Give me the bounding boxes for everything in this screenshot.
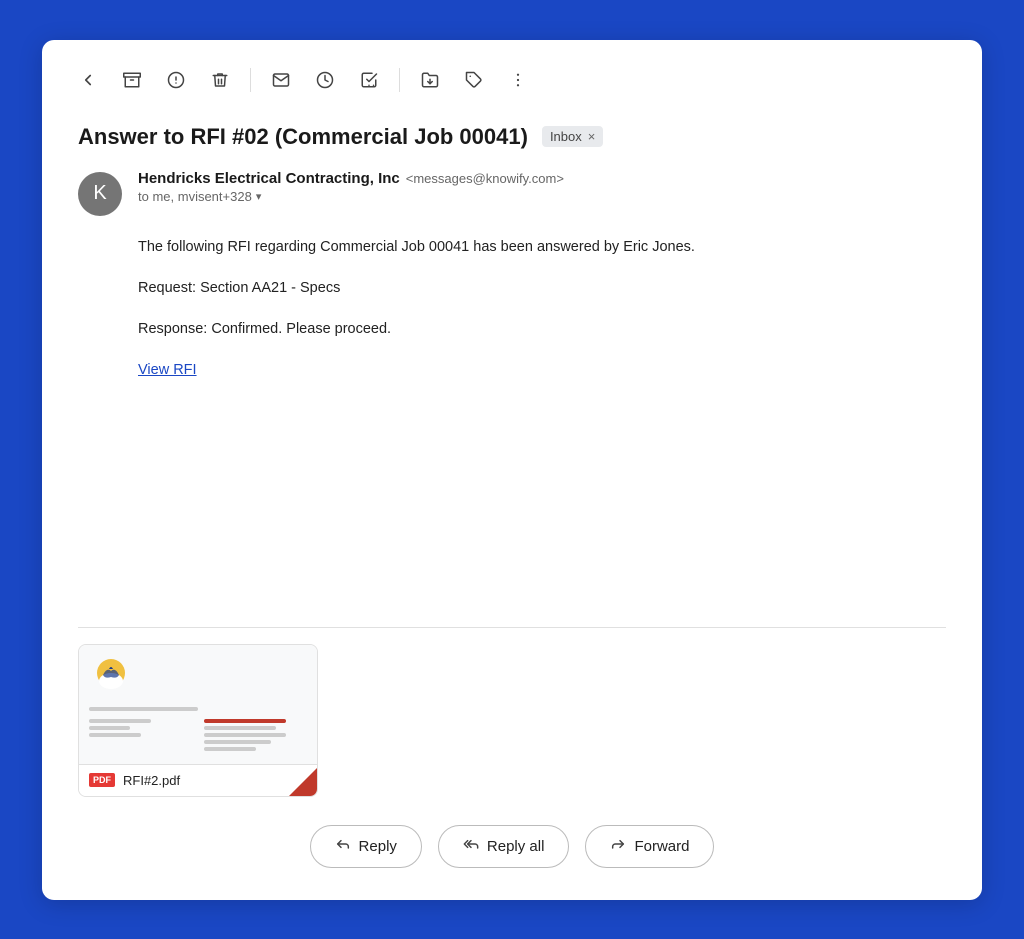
reply-all-label: Reply all: [487, 838, 545, 855]
pdf-badge: PDF: [89, 773, 115, 787]
sender-name-row: Hendricks Electrical Contracting, Inc <m…: [138, 170, 946, 187]
sender-info: Hendricks Electrical Contracting, Inc <m…: [138, 170, 946, 204]
attachment-name-row: PDF RFI#2.pdf: [79, 765, 317, 796]
toolbar-divider-1: [250, 68, 251, 92]
attachment-section: PDF RFI#2.pdf: [78, 627, 946, 797]
body-line1: The following RFI regarding Commercial J…: [138, 236, 946, 259]
toolbar: [42, 40, 982, 116]
email-content: The following RFI regarding Commercial J…: [138, 236, 946, 383]
sender-name: Hendricks Electrical Contracting, Inc: [138, 170, 400, 187]
mark-unread-button[interactable]: [263, 62, 299, 98]
body-request: Request: Section AA21 - Specs: [138, 277, 946, 300]
inbox-badge-close[interactable]: ×: [588, 129, 596, 144]
attachment-card[interactable]: PDF RFI#2.pdf: [78, 644, 318, 797]
recipient-row: to me, mvisent+328 ▾: [138, 189, 946, 204]
archive-button[interactable]: [114, 62, 150, 98]
back-button[interactable]: [70, 62, 106, 98]
reply-icon: [335, 836, 351, 857]
snooze-button[interactable]: [307, 62, 343, 98]
move-button[interactable]: [412, 62, 448, 98]
avatar: K: [78, 172, 122, 216]
attachment-filename: RFI#2.pdf: [123, 773, 180, 788]
more-button[interactable]: [500, 62, 536, 98]
forward-icon: [610, 836, 626, 857]
body-response: Response: Confirmed. Please proceed.: [138, 318, 946, 341]
email-subject: Answer to RFI #02 (Commercial Job 00041): [78, 124, 528, 150]
inbox-badge: Inbox ×: [542, 126, 603, 147]
reply-label: Reply: [359, 838, 397, 855]
reply-all-button[interactable]: Reply all: [438, 825, 570, 868]
label-button[interactable]: [456, 62, 492, 98]
attachment-corner: [289, 768, 317, 796]
forward-label: Forward: [634, 838, 689, 855]
attachment-preview: [79, 645, 317, 765]
sender-email: <messages@knowify.com>: [406, 171, 564, 186]
forward-button[interactable]: Forward: [585, 825, 714, 868]
spam-button[interactable]: [158, 62, 194, 98]
reply-button[interactable]: Reply: [310, 825, 422, 868]
reply-all-icon: [463, 836, 479, 857]
view-rfi-link[interactable]: View RFI: [138, 362, 197, 378]
recipient-text: to me, mvisent+328: [138, 189, 252, 204]
subject-row: Answer to RFI #02 (Commercial Job 00041)…: [42, 116, 982, 166]
email-card: Answer to RFI #02 (Commercial Job 00041)…: [42, 40, 982, 900]
delete-button[interactable]: [202, 62, 238, 98]
inbox-label: Inbox: [550, 129, 582, 144]
action-buttons: Reply Reply all Forward: [42, 797, 982, 900]
toolbar-divider-2: [399, 68, 400, 92]
email-body: K Hendricks Electrical Contracting, Inc …: [42, 166, 982, 603]
sender-row: K Hendricks Electrical Contracting, Inc …: [78, 170, 946, 216]
recipients-dropdown[interactable]: ▾: [256, 190, 262, 203]
add-task-button[interactable]: [351, 62, 387, 98]
